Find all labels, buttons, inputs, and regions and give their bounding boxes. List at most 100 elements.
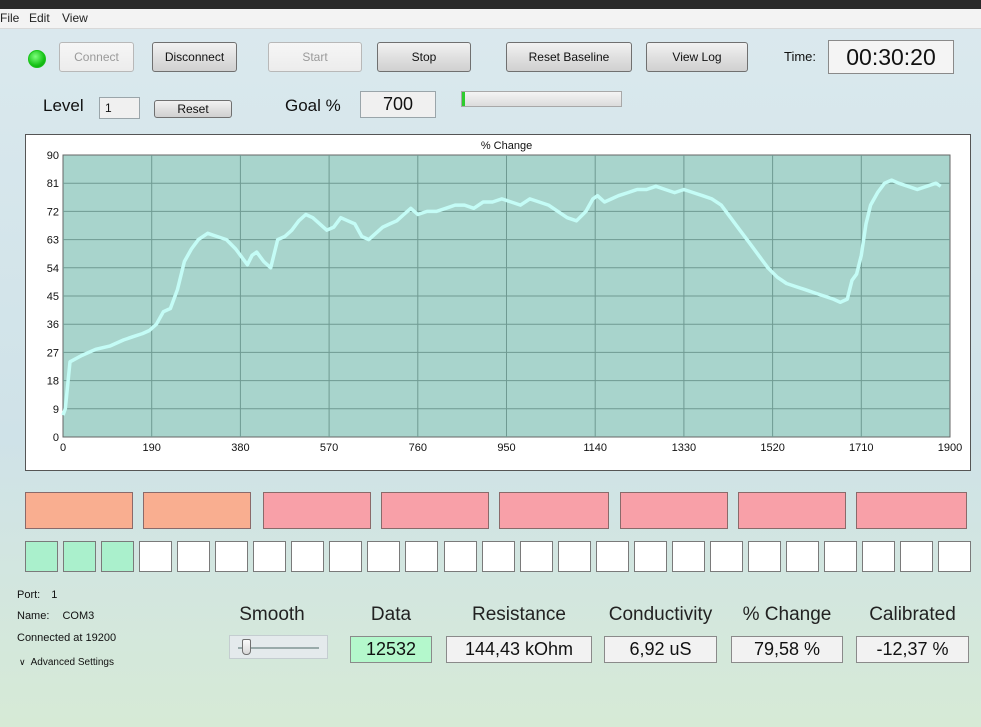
percent-change-label: % Change [742, 604, 832, 625]
level-label: Level [43, 96, 84, 115]
level-block-indicator [499, 492, 609, 529]
progress-step-indicator [557, 541, 591, 572]
conductivity-label: Conductivity [608, 604, 713, 625]
conductivity-value: 6,92 uS [604, 636, 717, 663]
progress-step-indicator [595, 541, 629, 572]
level-block-indicator [25, 492, 133, 529]
name-row: Name: COM3 [17, 610, 94, 622]
menu-bar: File Edit View [0, 9, 981, 29]
goal-progress-fill [462, 92, 466, 106]
port-value: 1 [51, 589, 58, 601]
port-label: Port: [17, 589, 41, 601]
level-block-indicator [738, 492, 846, 529]
x-tick-label: 380 [231, 442, 249, 454]
menu-file[interactable]: File [0, 11, 19, 25]
advanced-settings-toggle[interactable]: ∨ Advanced Settings [19, 657, 114, 668]
y-tick-label: 0 [53, 432, 59, 444]
level-reset-button[interactable]: Reset [154, 100, 232, 118]
percent-change-chart: % Change 0 190 380 570 760 950 1140 1330 1520 1710… [25, 134, 971, 471]
progress-step-indicator [481, 541, 515, 572]
progress-step-indicator [405, 541, 439, 572]
goal-value-field[interactable]: 700 [360, 91, 436, 118]
view-log-button[interactable]: View Log [646, 42, 748, 72]
calibrated-value: -12,37 % [856, 636, 969, 663]
y-tick-label: 90 [47, 150, 59, 162]
name-label: Name: [17, 610, 50, 622]
y-tick-label: 63 [47, 235, 59, 247]
y-tick-label: 9 [53, 404, 59, 416]
level-block-indicator [263, 492, 371, 529]
progress-step-indicator [709, 541, 743, 572]
x-tick-label: 760 [409, 442, 427, 454]
connection-status-led [28, 50, 46, 68]
progress-step-indicator [139, 541, 173, 572]
x-tick-label: 1900 [938, 442, 962, 454]
data-label: Data [370, 604, 412, 625]
window-title-bar [0, 0, 981, 9]
progress-step-indicator [785, 541, 819, 572]
goal-label: Goal % [285, 96, 341, 115]
elapsed-time-display: 00:30:20 [828, 40, 954, 74]
progress-step-indicator [63, 541, 96, 572]
level-block-indicator [381, 492, 489, 529]
progress-step-indicator [671, 541, 705, 572]
progress-step-indicator [938, 541, 971, 572]
data-value: 12532 [350, 636, 432, 663]
menu-edit[interactable]: Edit [29, 11, 50, 25]
x-tick-label: 950 [497, 442, 515, 454]
slider-thumb[interactable] [241, 639, 251, 655]
menu-view[interactable]: View [62, 11, 88, 25]
advanced-settings-label: Advanced Settings [30, 657, 114, 668]
level-block-indicator [620, 492, 728, 529]
progress-step-indicator [291, 541, 325, 572]
x-tick-label: 570 [320, 442, 338, 454]
progress-step-indicator [861, 541, 895, 572]
chart-svg: % Change 0 190 380 570 760 950 1140 1330 1520 1710… [47, 140, 962, 454]
y-tick-label: 36 [47, 319, 59, 331]
progress-step-indicator [633, 541, 667, 572]
y-tick-label: 72 [47, 206, 59, 218]
progress-step-indicator [519, 541, 553, 572]
chevron-double-down-icon: ∨ [19, 657, 26, 667]
y-tick-label: 81 [47, 178, 59, 190]
progress-step-indicator [253, 541, 287, 572]
x-tick-label: 1140 [583, 442, 607, 454]
name-value: COM3 [62, 610, 95, 622]
progress-step-indicator [443, 541, 477, 572]
progress-step-indicator [367, 541, 401, 572]
level-input[interactable]: 1 [99, 97, 140, 119]
smooth-label: Smooth [239, 604, 305, 625]
reset-baseline-button[interactable]: Reset Baseline [506, 42, 632, 72]
resistance-label: Resistance [472, 604, 566, 625]
resistance-value: 144,43 kOhm [446, 636, 592, 663]
x-tick-label: 1520 [760, 442, 784, 454]
time-label: Time: [784, 49, 817, 64]
level-block-indicator [856, 492, 967, 529]
goal-progress-bar [461, 91, 622, 107]
progress-step-indicator [215, 541, 249, 572]
level-block-indicator [143, 492, 251, 529]
progress-step-indicator [823, 541, 857, 572]
port-row: Port: 1 [17, 589, 57, 601]
smooth-slider[interactable] [229, 635, 328, 659]
y-tick-label: 27 [47, 347, 59, 359]
progress-step-indicator [177, 541, 211, 572]
progress-step-indicator [25, 541, 58, 572]
y-tick-label: 54 [47, 263, 59, 275]
disconnect-button[interactable]: Disconnect [152, 42, 237, 72]
stop-button[interactable]: Stop [377, 42, 471, 72]
percent-change-value: 79,58 % [731, 636, 843, 663]
chart-title: % Change [481, 140, 532, 152]
progress-step-indicator [101, 541, 135, 572]
y-tick-label: 18 [47, 376, 59, 388]
y-tick-label: 45 [47, 291, 59, 303]
x-tick-label: 1710 [849, 442, 873, 454]
connect-button[interactable]: Connect [59, 42, 134, 72]
connection-status-text: Connected at 19200 [17, 632, 117, 644]
x-tick-label: 190 [143, 442, 161, 454]
calibrated-label: Calibrated [869, 604, 956, 625]
progress-step-indicator [329, 541, 363, 572]
start-button[interactable]: Start [268, 42, 362, 72]
progress-step-indicator [747, 541, 781, 572]
x-tick-label: 0 [60, 442, 66, 454]
